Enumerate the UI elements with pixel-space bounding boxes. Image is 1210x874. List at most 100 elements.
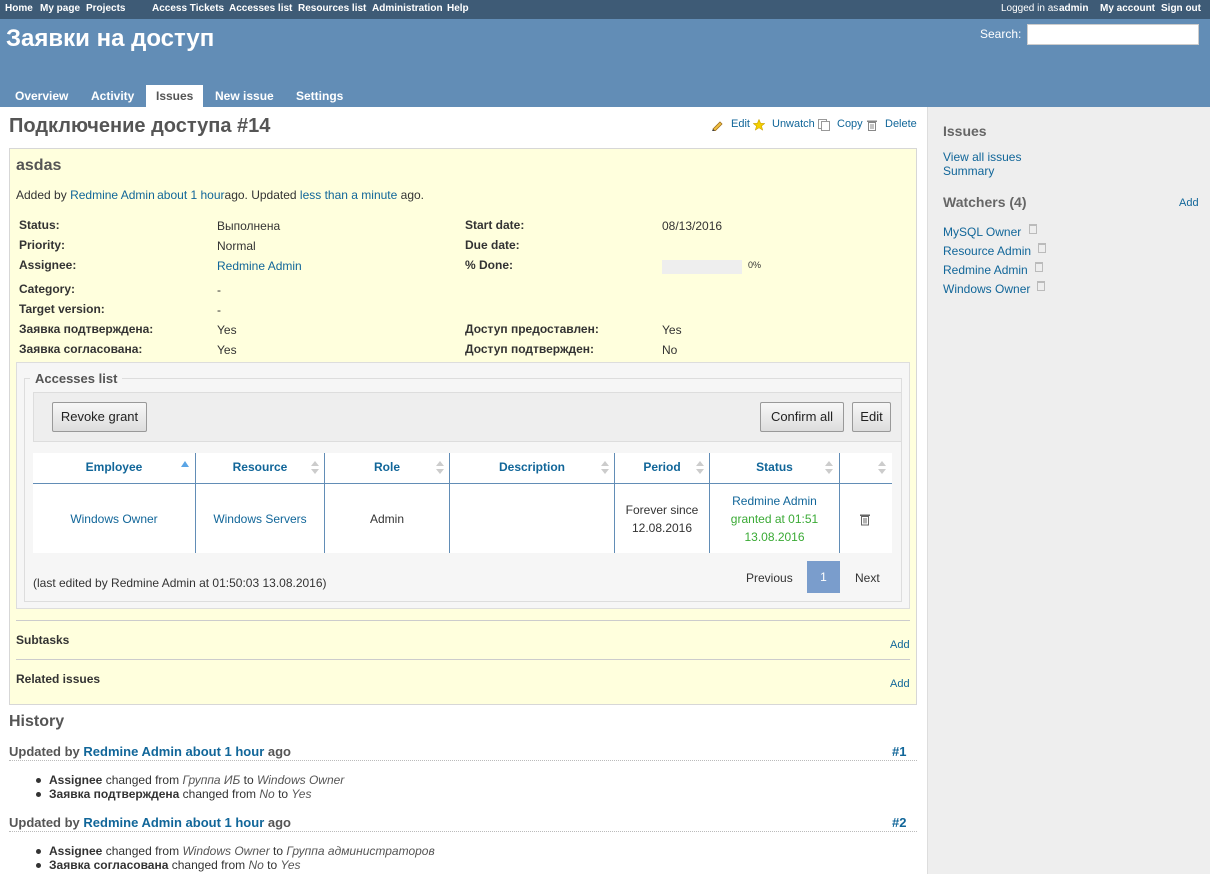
- assignee-link[interactable]: Redmine Admin: [217, 259, 302, 273]
- journal-user-link[interactable]: Redmine Admin: [83, 815, 181, 830]
- target-version-value: -: [217, 303, 221, 317]
- journal-header: Updated by Redmine Admin about 1 hour ag…: [9, 815, 291, 830]
- copy-icon: [818, 119, 830, 131]
- row-delete-icon[interactable]: [859, 513, 871, 526]
- add-watcher-link[interactable]: Add: [1179, 197, 1199, 209]
- ago-label: ago.: [400, 188, 425, 202]
- subtasks-title: Subtasks: [16, 633, 70, 647]
- watcher-link[interactable]: Resource Admin: [943, 244, 1031, 258]
- view-all-issues-link[interactable]: View all issues: [943, 150, 1021, 164]
- detail-to: Yes: [291, 787, 312, 801]
- my-page-link[interactable]: My page: [40, 3, 80, 14]
- accesses-legend: Accesses list: [30, 371, 123, 386]
- updated-ago-link[interactable]: less than a minute: [300, 188, 397, 202]
- accesses-list-link[interactable]: Accesses list: [229, 3, 292, 14]
- journal-number-link[interactable]: #1: [892, 744, 906, 759]
- row-status-user-link[interactable]: Redmine Admin: [710, 492, 839, 510]
- logged-in-as-label: Logged in as: [1001, 3, 1059, 14]
- col-role[interactable]: Role: [325, 460, 449, 474]
- sort-icon[interactable]: [601, 461, 609, 466]
- col-separator: [324, 453, 325, 553]
- sort-icon[interactable]: [311, 461, 319, 466]
- sign-out-link[interactable]: Sign out: [1161, 3, 1201, 14]
- sort-icon[interactable]: [878, 461, 886, 466]
- resources-list-link[interactable]: Resources list: [298, 3, 366, 14]
- journal-user-link[interactable]: Redmine Admin: [83, 744, 181, 759]
- detail-changed: changed from: [105, 773, 180, 787]
- pagination-next[interactable]: Next: [855, 571, 880, 585]
- detail-changed: changed from: [105, 844, 180, 858]
- sort-icon[interactable]: [825, 469, 833, 474]
- projects-link[interactable]: Projects: [86, 3, 125, 14]
- col-description[interactable]: Description: [450, 460, 614, 474]
- detail-changed: changed from: [182, 787, 257, 801]
- sort-icon[interactable]: [878, 469, 886, 474]
- delete-link[interactable]: Delete: [885, 118, 917, 130]
- updated-label: ago. Updated: [224, 188, 297, 202]
- watcher-link[interactable]: Windows Owner: [943, 282, 1030, 296]
- col-period[interactable]: Period: [615, 460, 709, 474]
- copy-link[interactable]: Copy: [837, 118, 863, 130]
- my-account-link[interactable]: My account: [1100, 3, 1155, 14]
- watcher-link[interactable]: MySQL Owner: [943, 225, 1021, 239]
- col-resource[interactable]: Resource: [196, 460, 324, 474]
- journal-time-link[interactable]: about 1 hour: [186, 744, 265, 759]
- summary-link[interactable]: Summary: [943, 164, 994, 178]
- confirm-all-button[interactable]: Confirm all: [760, 402, 844, 432]
- done-progress-bar: [662, 260, 742, 274]
- tab-settings[interactable]: Settings: [286, 85, 353, 107]
- col-separator: [195, 453, 196, 553]
- due-date-label: Due date:: [465, 238, 520, 252]
- journal-time-link[interactable]: about 1 hour: [186, 815, 265, 830]
- tab-activity[interactable]: Activity: [81, 85, 144, 107]
- search-input[interactable]: [1027, 24, 1199, 45]
- access-tickets-link[interactable]: Access Tickets: [152, 3, 224, 14]
- add-related-link[interactable]: Add: [890, 678, 910, 690]
- sort-icon[interactable]: [601, 469, 609, 474]
- row-resource-link[interactable]: Windows Servers: [196, 510, 324, 528]
- row-employee-link[interactable]: Windows Owner: [33, 510, 195, 528]
- current-user-link[interactable]: admin: [1059, 3, 1088, 14]
- remove-watcher-icon[interactable]: [1038, 243, 1046, 253]
- tab-issues[interactable]: Issues: [146, 85, 204, 107]
- pagination-previous[interactable]: Previous: [746, 571, 793, 585]
- sort-icon[interactable]: [436, 461, 444, 466]
- revoke-grant-button[interactable]: Revoke grant: [52, 402, 147, 432]
- unwatch-link[interactable]: Unwatch: [772, 118, 815, 130]
- watcher-link[interactable]: Redmine Admin: [943, 263, 1028, 277]
- author-link[interactable]: Redmine Admin: [70, 188, 155, 202]
- home-link[interactable]: Home: [5, 3, 33, 14]
- accesses-edit-button[interactable]: Edit: [852, 402, 891, 432]
- help-link[interactable]: Help: [447, 3, 469, 14]
- project-title[interactable]: Заявки на доступ: [6, 25, 214, 53]
- issue-subject: asdas: [16, 157, 62, 174]
- col-employee[interactable]: Employee: [33, 460, 195, 474]
- category-value: -: [217, 283, 221, 297]
- pagination-page-1[interactable]: 1: [807, 561, 840, 593]
- add-subtask-link[interactable]: Add: [890, 639, 910, 651]
- sort-asc-icon[interactable]: [181, 461, 189, 467]
- last-edited-note: (last edited by Redmine Admin at 01:50:0…: [33, 576, 327, 590]
- remove-watcher-icon[interactable]: [1029, 224, 1037, 234]
- tab-overview[interactable]: Overview: [5, 85, 78, 107]
- sort-icon[interactable]: [311, 469, 319, 474]
- administration-link[interactable]: Administration: [372, 3, 443, 14]
- edit-link[interactable]: Edit: [731, 118, 750, 130]
- sort-icon[interactable]: [696, 469, 704, 474]
- granted-value: Yes: [662, 323, 682, 337]
- detail-field: Заявка подтверждена: [49, 787, 180, 801]
- row-role: Admin: [369, 512, 404, 526]
- sort-icon[interactable]: [436, 469, 444, 474]
- row-period-line2: 12.08.2016: [631, 521, 693, 535]
- sort-icon[interactable]: [825, 461, 833, 466]
- sort-icon[interactable]: [696, 461, 704, 466]
- remove-watcher-icon[interactable]: [1037, 281, 1045, 291]
- added-ago-link[interactable]: about 1 hour: [157, 188, 224, 202]
- remove-watcher-icon[interactable]: [1035, 262, 1043, 272]
- tab-new-issue[interactable]: New issue: [205, 85, 284, 107]
- detail-to: Группа администраторов: [286, 844, 435, 858]
- journal-detail: Заявка согласована changed from No to Ye…: [49, 858, 301, 872]
- history-title: History: [9, 713, 65, 730]
- journal-number-link[interactable]: #2: [892, 815, 906, 830]
- col-status[interactable]: Status: [710, 460, 839, 474]
